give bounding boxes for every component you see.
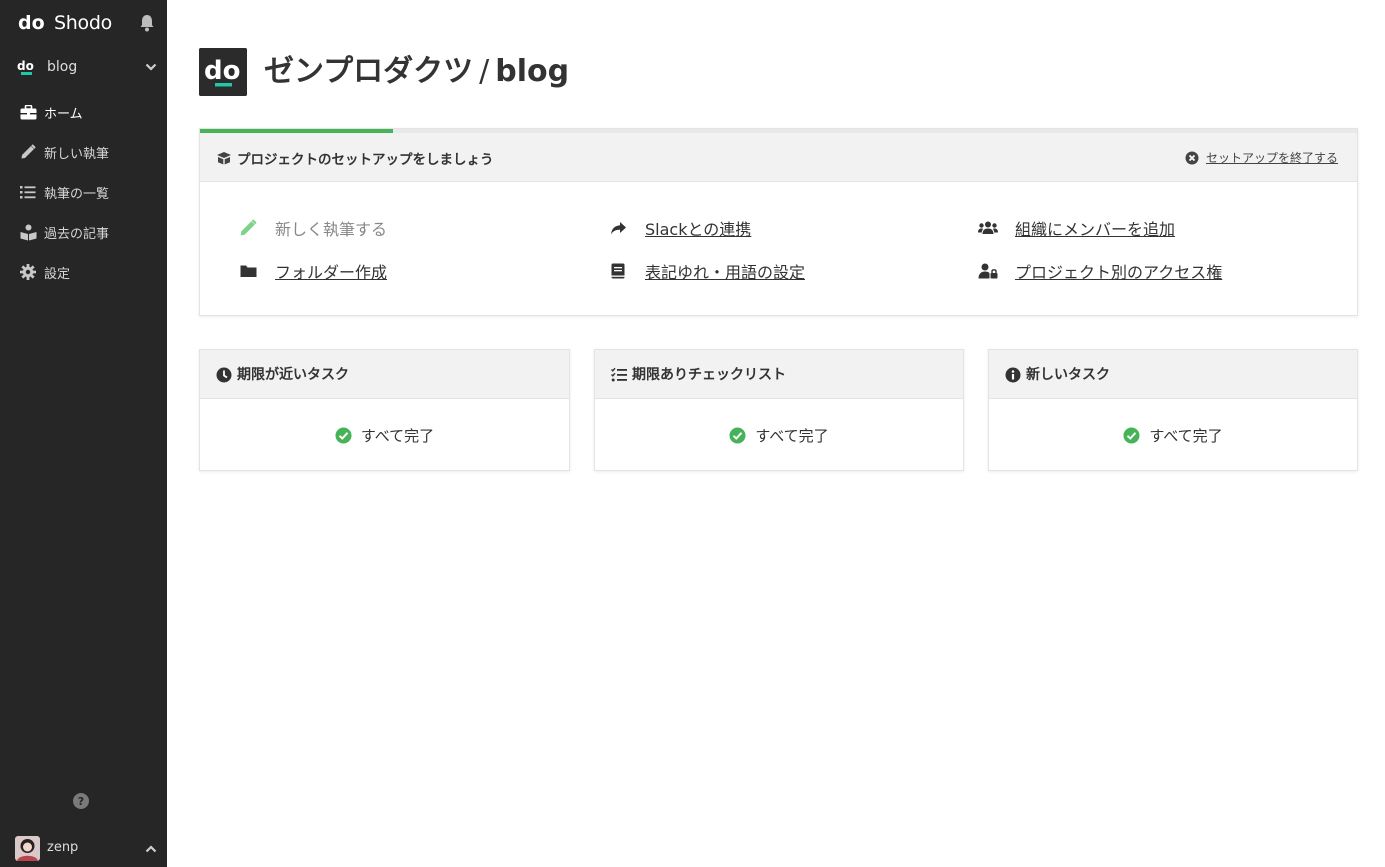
list-icon — [19, 183, 37, 201]
svg-text:?: ? — [78, 795, 84, 808]
check-circle-icon — [1123, 427, 1140, 443]
chevron-down-icon — [145, 63, 157, 71]
title-separator: / — [479, 54, 490, 89]
clock-icon — [216, 367, 232, 383]
book-icon — [608, 262, 628, 280]
user-name: zenp — [47, 840, 79, 855]
task-card-title: 期限ありチェックリスト — [632, 367, 786, 383]
end-setup-button[interactable]: セットアップを終了する — [1185, 149, 1338, 166]
setup-step-access-rights[interactable]: プロジェクト別のアクセス権 — [978, 259, 1222, 283]
org-name[interactable]: ゼンプロダクツ — [264, 46, 473, 90]
close-circle-icon — [1185, 151, 1199, 164]
task-card-body: すべて完了 — [989, 399, 1357, 471]
setup-step-label: フォルダー作成 — [275, 263, 388, 282]
task-status: すべて完了 — [1149, 426, 1223, 445]
task-card-header: 期限が近いタスク — [200, 350, 569, 399]
sidebar-item-new-writing[interactable]: 新しい執筆 — [0, 132, 167, 172]
gear-icon — [19, 263, 37, 281]
info-icon — [1005, 367, 1021, 383]
sidebar-item-past-articles[interactable]: 過去の記事 — [0, 212, 167, 252]
svg-text:do: do — [18, 12, 44, 34]
setup-step-new-writing[interactable]: 新しく執筆する — [238, 216, 387, 240]
setup-card: プロジェクトのセットアップをしましょう セットアップを終了する 新しく執筆する … — [199, 128, 1358, 316]
project-logo-icon: do — [17, 59, 34, 75]
sidebar-item-label: 設定 — [44, 266, 71, 282]
task-card-due-soon: 期限が近いタスク すべて完了 — [199, 349, 570, 471]
shodo-logo-icon: do — [18, 12, 44, 34]
task-card-body: すべて完了 — [200, 399, 569, 471]
user-lock-icon — [978, 262, 998, 280]
project-selector[interactable]: do blog — [0, 52, 167, 82]
sidebar-item-label: ホーム — [44, 106, 83, 122]
briefcase-icon — [19, 103, 37, 121]
page-title: ゼンプロダクツ / blog — [264, 46, 569, 92]
task-card-new: 新しいタスク すべて完了 — [988, 349, 1358, 471]
svg-text:do: do — [204, 56, 240, 86]
sidebar-item-label: 執筆の一覧 — [44, 186, 110, 202]
setup-step-label: Slackとの連携 — [645, 220, 752, 239]
setup-step-add-members[interactable]: 組織にメンバーを追加 — [978, 216, 1175, 240]
setup-step-label: 新しく執筆する — [275, 220, 388, 239]
pencil-icon — [238, 219, 258, 237]
setup-step-label: 表記ゆれ・用語の設定 — [645, 263, 806, 282]
setup-step-terminology[interactable]: 表記ゆれ・用語の設定 — [608, 259, 805, 283]
sidebar-item-label: 新しい執筆 — [44, 146, 110, 162]
task-card-title: 期限が近いタスク — [237, 367, 349, 383]
setup-header: プロジェクトのセットアップをしましょう セットアップを終了する — [200, 133, 1357, 182]
share-icon — [608, 219, 628, 237]
pencil-icon — [19, 143, 37, 161]
chevron-up-icon — [145, 845, 157, 853]
task-status: すべて完了 — [360, 426, 435, 445]
folder-icon — [238, 262, 258, 280]
setup-step-slack[interactable]: Slackとの連携 — [608, 216, 751, 240]
svg-text:do: do — [17, 59, 34, 73]
sidebar-item-writing-list[interactable]: 執筆の一覧 — [0, 172, 167, 212]
check-circle-icon — [335, 427, 352, 443]
setup-step-label: プロジェクト別のアクセス権 — [1015, 263, 1223, 282]
avatar — [15, 836, 40, 861]
sidebar-nav: ホーム 新しい執筆 執筆の一覧 過去の記事 設定 — [0, 92, 167, 292]
setup-step-folder[interactable]: フォルダー作成 — [238, 259, 387, 283]
users-icon — [978, 219, 998, 237]
sidebar: do Shodo do blog ホーム 新しい執筆 執筆の一覧 過去の記事 設… — [0, 0, 167, 867]
app-name: Shodo — [54, 12, 112, 34]
task-card-title: 新しいタスク — [1026, 367, 1110, 383]
task-card-header: 新しいタスク — [989, 350, 1357, 399]
sidebar-item-home[interactable]: ホーム — [0, 92, 167, 132]
box-open-icon — [217, 152, 231, 165]
end-setup-label: セットアップを終了する — [1205, 151, 1338, 165]
task-card-header: 期限ありチェックリスト — [595, 350, 963, 399]
sidebar-item-label: 過去の記事 — [44, 226, 110, 242]
sidebar-item-settings[interactable]: 設定 — [0, 252, 167, 292]
bell-icon[interactable] — [139, 14, 155, 32]
project-logo: do — [199, 48, 247, 96]
task-card-body: すべて完了 — [595, 399, 963, 471]
project-name: blog — [47, 59, 78, 75]
user-menu[interactable]: zenp — [0, 833, 167, 863]
help-icon[interactable]: ? — [72, 792, 90, 810]
tasks-icon — [611, 367, 627, 382]
setup-step-label: 組織にメンバーを追加 — [1015, 220, 1176, 239]
task-status: すべて完了 — [755, 426, 829, 445]
book-reader-icon — [19, 223, 37, 241]
project-title: blog — [495, 54, 570, 89]
task-card-checklist: 期限ありチェックリスト すべて完了 — [594, 349, 964, 471]
check-circle-icon — [729, 427, 746, 443]
brand[interactable]: do Shodo — [18, 10, 112, 36]
setup-title: プロジェクトのセットアップをしましょう — [237, 152, 494, 168]
